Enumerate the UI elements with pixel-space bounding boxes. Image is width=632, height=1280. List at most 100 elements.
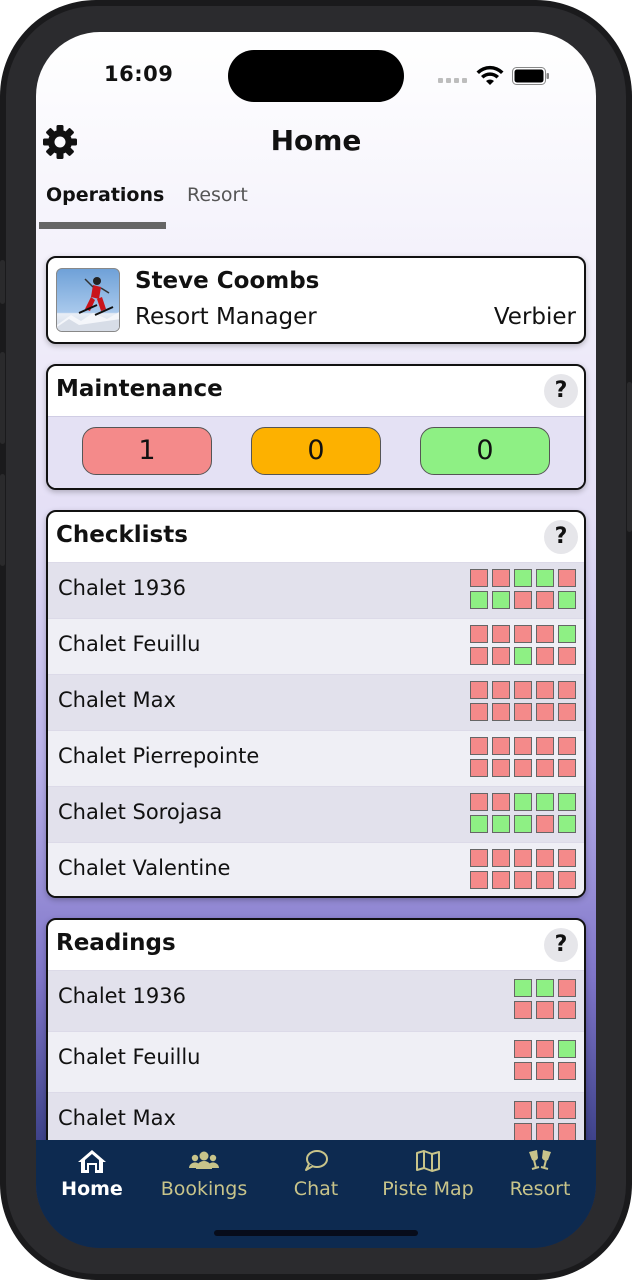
tabbar-item-piste-map[interactable]: Piste Map — [372, 1148, 484, 1200]
status-cell-incomplete — [514, 871, 532, 889]
status-time: 16:09 — [104, 62, 174, 86]
status-cell-complete — [558, 793, 576, 811]
status-cell-incomplete — [514, 1123, 532, 1141]
status-cell-incomplete — [558, 647, 576, 665]
status-cell-incomplete — [558, 737, 576, 755]
maintenance-title: Maintenance — [56, 376, 223, 402]
status-cell-incomplete — [514, 759, 532, 777]
status-cell-incomplete — [558, 871, 576, 889]
maintenance-help-button[interactable]: ? — [544, 374, 578, 408]
status-cell-complete — [558, 1040, 576, 1058]
status-cell-complete — [492, 815, 510, 833]
readings-help-button[interactable]: ? — [544, 928, 578, 962]
status-cell-incomplete — [536, 815, 554, 833]
status-cell-incomplete — [536, 759, 554, 777]
status-cell-incomplete — [514, 737, 532, 755]
status-cell-incomplete — [536, 681, 554, 699]
tab-operations[interactable]: Operations — [46, 184, 164, 206]
checklist-row[interactable]: Chalet Sorojasa — [48, 786, 584, 842]
status-grid — [470, 737, 576, 777]
profile-card[interactable]: Steve Coombs Resort Manager Verbier — [46, 256, 586, 344]
status-cell-incomplete — [536, 591, 554, 609]
status-cell-complete — [514, 569, 532, 587]
user-resort: Verbier — [493, 304, 576, 330]
maintenance-count-green[interactable]: 0 — [420, 427, 550, 475]
status-cell-incomplete — [470, 647, 488, 665]
tabbar-label-chat: Chat — [293, 1178, 339, 1200]
status-cell-incomplete — [470, 793, 488, 811]
reading-row[interactable]: Chalet Feuillu — [48, 1031, 584, 1092]
checklist-row[interactable]: Chalet Max — [48, 674, 584, 730]
status-cell-incomplete — [514, 1040, 532, 1058]
readings-title: Readings — [56, 930, 176, 956]
status-cell-incomplete — [514, 849, 532, 867]
avatar — [56, 268, 120, 332]
row-label: Chalet Max — [58, 688, 176, 712]
status-cell-incomplete — [492, 703, 510, 721]
status-cell-complete — [558, 625, 576, 643]
tabbar-item-chat[interactable]: Chat — [260, 1148, 372, 1200]
status-cell-incomplete — [492, 849, 510, 867]
checklists-list: Chalet 1936 Chalet Feuillu Chalet Max Chale… — [48, 562, 584, 896]
status-cell-incomplete — [470, 625, 488, 643]
user-name: Steve Coombs — [135, 268, 320, 294]
maintenance-count-amber[interactable]: 0 — [251, 427, 381, 475]
status-cell-incomplete — [470, 681, 488, 699]
status-grid — [470, 793, 576, 833]
readings-list: Chalet 1936 Chalet Feuillu Chalet Max — [48, 970, 584, 1153]
volume-down-button — [0, 474, 5, 566]
status-grid — [470, 849, 576, 889]
row-label: Chalet Pierrepointe — [58, 744, 260, 768]
chat-bubble-icon — [305, 1150, 328, 1171]
status-cell-incomplete — [492, 681, 510, 699]
status-cell-incomplete — [536, 1062, 554, 1080]
status-cell-incomplete — [536, 1123, 554, 1141]
maintenance-count-red[interactable]: 1 — [82, 427, 212, 475]
segment-tabs: Operations Resort — [36, 180, 596, 232]
status-cell-incomplete — [558, 703, 576, 721]
status-cell-incomplete — [492, 871, 510, 889]
status-cell-incomplete — [558, 1101, 576, 1119]
tabbar-item-home[interactable]: Home — [36, 1148, 148, 1200]
map-icon — [416, 1150, 440, 1172]
tabbar-item-bookings[interactable]: Bookings — [148, 1148, 260, 1200]
status-grid — [514, 979, 576, 1019]
status-grid — [514, 1101, 576, 1141]
home-indicator — [214, 1230, 418, 1236]
status-cell-complete — [536, 979, 554, 997]
checklist-row[interactable]: Chalet Pierrepointe — [48, 730, 584, 786]
status-grid — [514, 1040, 576, 1080]
checklist-row[interactable]: Chalet Feuillu — [48, 618, 584, 674]
row-label: Chalet Sorojasa — [58, 800, 223, 824]
status-cell-complete — [492, 591, 510, 609]
status-cell-incomplete — [514, 681, 532, 699]
status-grid — [470, 569, 576, 609]
reading-row[interactable]: Chalet 1936 — [48, 970, 584, 1031]
silent-switch — [0, 260, 5, 304]
tab-resort[interactable]: Resort — [187, 184, 248, 206]
status-cell-incomplete — [558, 979, 576, 997]
row-label: Chalet Feuillu — [58, 1045, 201, 1069]
checklist-row[interactable]: Chalet Valentine — [48, 842, 584, 896]
status-cell-incomplete — [536, 703, 554, 721]
status-cell-incomplete — [536, 737, 554, 755]
status-cell-complete — [558, 815, 576, 833]
status-bar: 16:09 — [36, 32, 596, 120]
checklists-help-button[interactable]: ? — [544, 520, 578, 554]
battery-icon — [512, 67, 549, 85]
status-cell-incomplete — [492, 569, 510, 587]
status-cell-incomplete — [514, 703, 532, 721]
status-grid — [470, 681, 576, 721]
volume-up-button — [0, 352, 5, 444]
checklist-row[interactable]: Chalet 1936 — [48, 562, 584, 618]
status-cell-incomplete — [492, 647, 510, 665]
status-cell-incomplete — [492, 793, 510, 811]
status-cell-incomplete — [558, 1001, 576, 1019]
status-cell-incomplete — [558, 1123, 576, 1141]
status-cell-incomplete — [558, 569, 576, 587]
status-cell-incomplete — [558, 759, 576, 777]
tabbar-label-bookings: Bookings — [160, 1178, 248, 1200]
tabbar-item-resort[interactable]: Resort — [484, 1148, 596, 1200]
wifi-icon — [476, 65, 504, 85]
status-cell-incomplete — [492, 737, 510, 755]
